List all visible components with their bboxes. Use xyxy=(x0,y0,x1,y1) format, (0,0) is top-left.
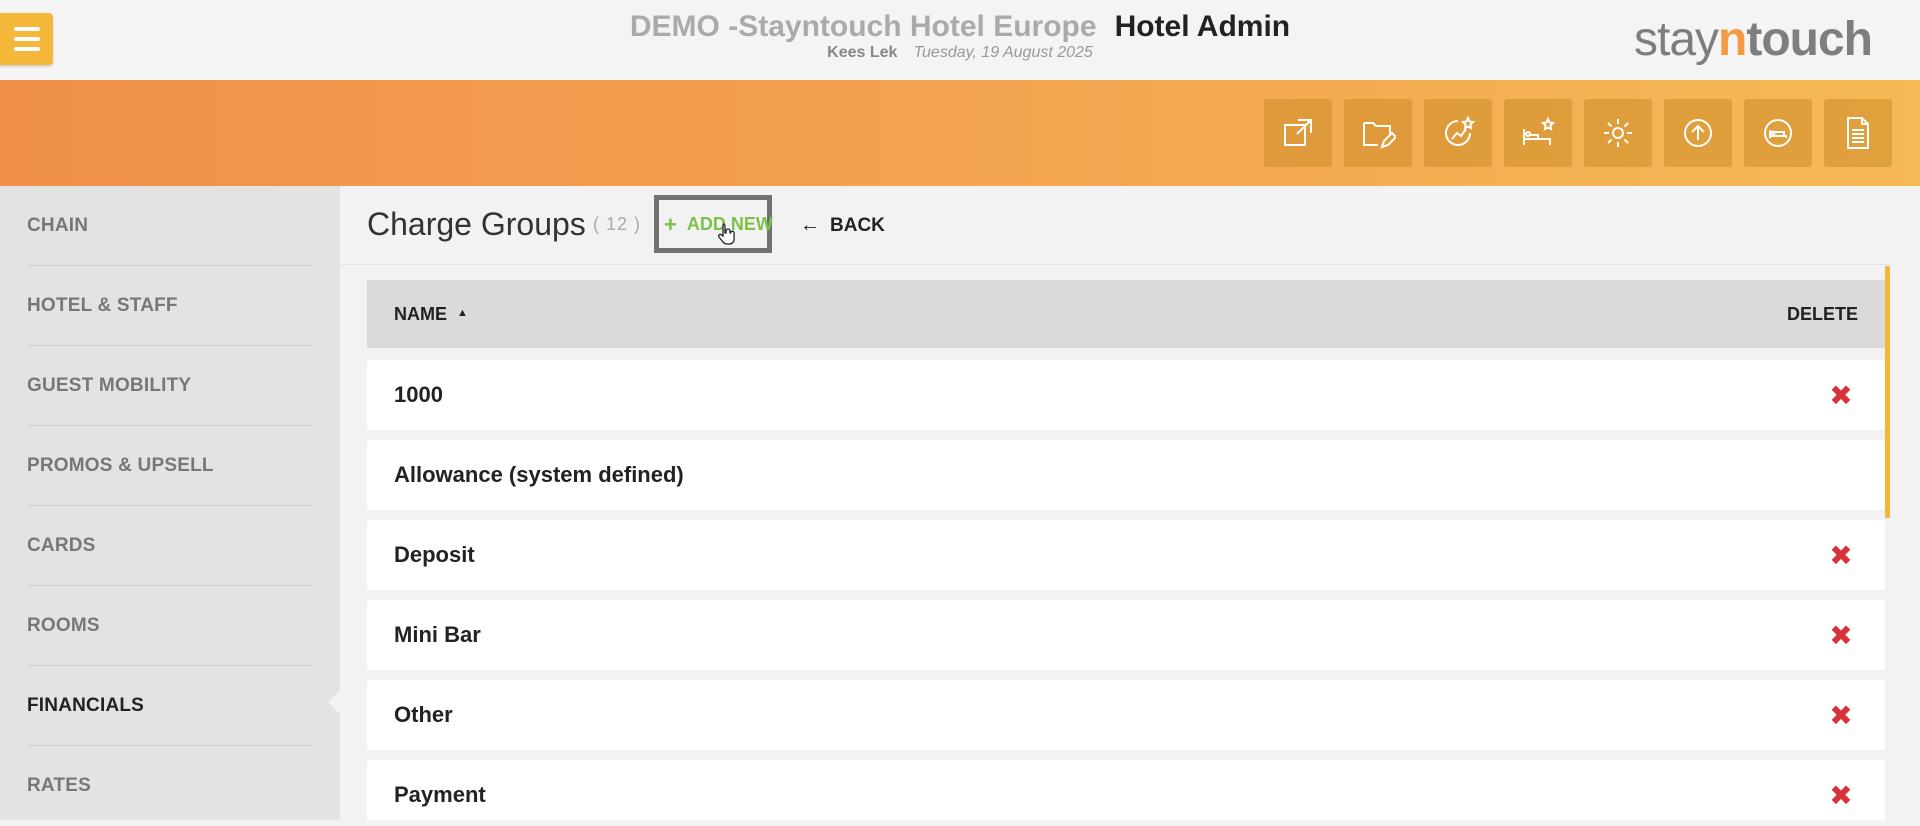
bed-star-icon[interactable] xyxy=(1504,99,1572,167)
divider xyxy=(340,264,1890,265)
column-delete-header: DELETE xyxy=(1786,303,1858,324)
sidebar: CHAIN HOTEL & STAFF GUEST MOBILITY PROMO… xyxy=(0,186,340,820)
back-arrow-icon: ← xyxy=(800,214,820,236)
item-count: ( 12 ) xyxy=(593,214,642,234)
stayntouch-logo: stayntouch xyxy=(1634,12,1873,67)
sort-ascending-icon: ▲ xyxy=(457,306,468,319)
user-date-line: Kees Lek Tuesday, 19 August 2025 xyxy=(0,44,1920,62)
document-icon[interactable] xyxy=(1824,99,1892,167)
logo-part: stay xyxy=(1634,13,1719,66)
back-label: BACK xyxy=(830,214,885,236)
sidebar-item-chain[interactable]: CHAIN xyxy=(27,186,312,266)
back-button[interactable]: ← BACK xyxy=(800,214,885,237)
sidebar-item-promos-upsell[interactable]: PROMOS & UPSELL xyxy=(27,426,312,506)
active-item-pointer xyxy=(328,690,340,714)
bed-icon[interactable] xyxy=(1744,99,1812,167)
charge-group-name: Mini Bar xyxy=(394,622,481,647)
table-row[interactable]: Allowance (system defined) xyxy=(367,440,1885,510)
sidebar-item-hotel-staff[interactable]: HOTEL & STAFF xyxy=(27,266,312,346)
charge-group-name: Deposit xyxy=(394,542,475,567)
sidebar-item-guest-mobility[interactable]: GUEST MOBILITY xyxy=(27,346,312,426)
delete-icon[interactable]: ✖ xyxy=(1816,619,1866,652)
user-name: Kees Lek xyxy=(827,44,898,61)
top-bar: DEMO -Stayntouch Hotel Europe Hotel Admin… xyxy=(0,0,1920,80)
table-row[interactable]: Payment ✖ xyxy=(367,760,1885,820)
column-name-label: NAME xyxy=(394,303,447,324)
main-content: Charge Groups ( 12 ) + ADD NEW ← BACK NA… xyxy=(340,186,1920,820)
plus-icon: + xyxy=(664,211,677,237)
charge-group-name: 1000 xyxy=(394,382,443,407)
charge-group-name: Allowance (system defined) xyxy=(394,462,684,487)
charge-group-name: Other xyxy=(394,702,453,727)
sidebar-item-cards[interactable]: CARDS xyxy=(27,506,312,586)
gear-icon[interactable] xyxy=(1584,99,1652,167)
delete-icon[interactable]: ✖ xyxy=(1816,779,1866,812)
scrollbar[interactable] xyxy=(1885,266,1890,518)
hand-cursor-icon xyxy=(718,223,735,245)
hotel-name: DEMO -Stayntouch Hotel Europe xyxy=(629,10,1097,43)
table-row[interactable]: Mini Bar ✖ xyxy=(367,600,1885,670)
logo-part: touch xyxy=(1746,13,1873,66)
table-row[interactable]: Other ✖ xyxy=(367,680,1885,750)
upload-icon[interactable] xyxy=(1664,99,1732,167)
folder-edit-icon[interactable] xyxy=(1344,99,1412,167)
delete-icon[interactable]: ✖ xyxy=(1816,699,1866,732)
delete-icon[interactable]: ✖ xyxy=(1816,379,1866,412)
sidebar-item-rates[interactable]: RATES xyxy=(27,746,312,826)
table-row[interactable]: Deposit ✖ xyxy=(367,520,1885,590)
page-title: Charge Groups xyxy=(367,206,586,242)
current-date: Tuesday, 19 August 2025 xyxy=(913,44,1093,61)
logo-part: n xyxy=(1718,13,1747,66)
column-name-header[interactable]: NAME ▲ xyxy=(394,304,468,325)
star-chart-icon[interactable] xyxy=(1424,99,1492,167)
table-row[interactable]: 1000 ✖ xyxy=(367,360,1885,430)
external-link-icon[interactable] xyxy=(1264,99,1332,167)
module-bar xyxy=(0,80,1920,186)
charge-group-name: Payment xyxy=(394,782,486,807)
page-header-title: DEMO -Stayntouch Hotel Europe Hotel Admin xyxy=(0,10,1920,44)
sidebar-item-financials[interactable]: FINANCIALS xyxy=(27,666,312,746)
sidebar-item-rooms[interactable]: ROOMS xyxy=(27,586,312,666)
module-nav xyxy=(1264,99,1892,167)
table-header: NAME ▲ DELETE xyxy=(367,280,1885,348)
app-name: Hotel Admin xyxy=(1114,10,1291,43)
delete-icon[interactable]: ✖ xyxy=(1816,539,1866,572)
